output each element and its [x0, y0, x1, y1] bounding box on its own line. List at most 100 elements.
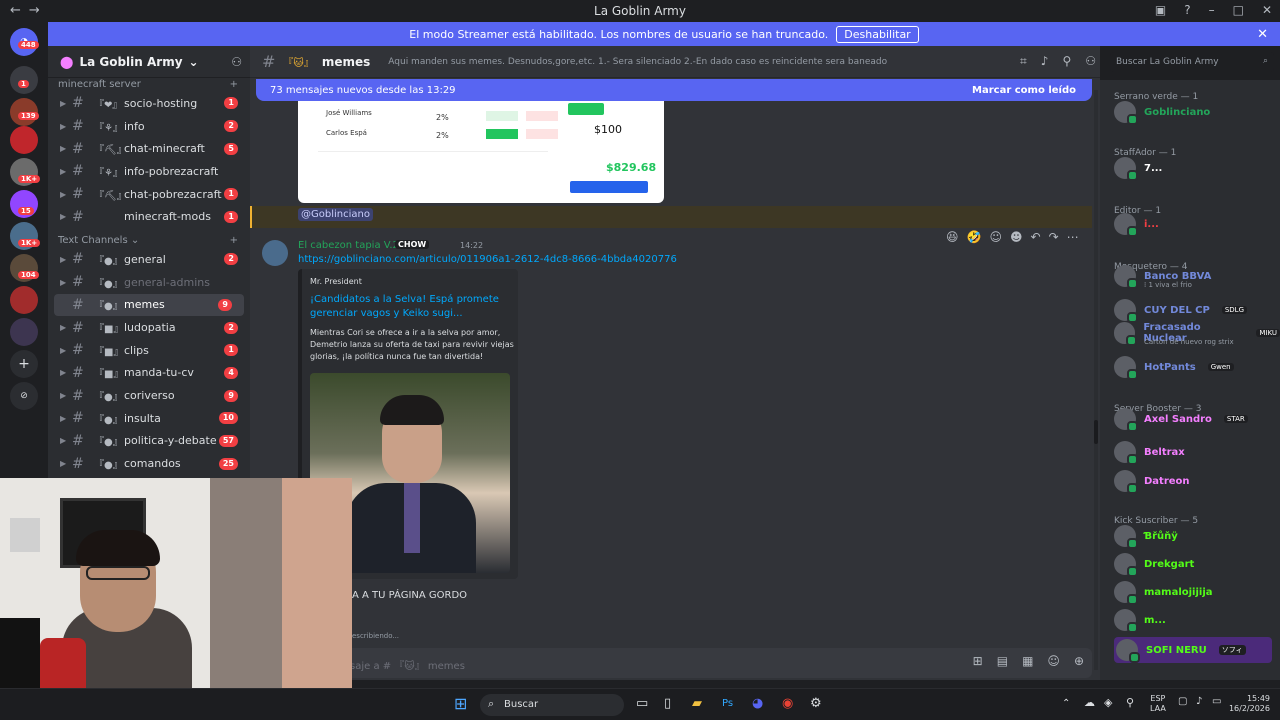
category-text[interactable]: Text Channels ⌄ +	[48, 234, 250, 248]
channel-general-admins[interactable]: ▶ # 『●』 general-admins	[48, 271, 250, 294]
embed-title[interactable]: ¡Candidatos a la Selva! Espá promete ger…	[310, 293, 510, 321]
member-item[interactable]: 7...	[1114, 157, 1162, 181]
member-name: Ɓřůňÿ	[1144, 530, 1178, 542]
chat-scrollbar[interactable]	[1094, 90, 1098, 670]
add-server-icon[interactable]: +	[10, 350, 38, 378]
hash-icon: #	[72, 95, 84, 112]
server-icon[interactable]	[10, 126, 38, 154]
channel-chat-pobrezacraft[interactable]: ▶ # 『⛏』 chat-pobrezacraft 1	[48, 183, 250, 206]
task-view-icon[interactable]: ▭	[636, 696, 648, 711]
mark-read-button[interactable]: Marcar como leído	[972, 85, 1076, 96]
reply-icon[interactable]: ↶	[1031, 230, 1041, 244]
window-controls[interactable]: ▣ ? – □ ✕	[1155, 3, 1272, 17]
start-icon[interactable]: ⊞	[454, 694, 467, 713]
notification-bell-icon[interactable]: ♪	[1041, 54, 1049, 69]
tray-chevron-icon[interactable]: ⌃	[1062, 698, 1070, 709]
close-banner-icon[interactable]: ✕	[1257, 27, 1268, 42]
channel-general[interactable]: ▶ # 『●』 general 2	[48, 248, 250, 271]
channel-manda-tu-cv[interactable]: ▶ # 『■』 manda-tu-cv 4	[48, 362, 250, 385]
inbox-icon[interactable]: ▣	[1155, 3, 1166, 17]
message-link[interactable]: https://goblinciano.com/articulo/011906a…	[298, 254, 677, 265]
member-item[interactable]: HotPants Gwen	[1114, 356, 1234, 380]
search-input[interactable]: Buscar La Goblin Army ⌕	[1110, 52, 1274, 72]
member-item[interactable]: Fracasado Nuclear MIKU Carton de huevo rog…	[1114, 322, 1280, 346]
new-messages-bar[interactable]: 73 mensajes nuevos desde las 13:29 Marca…	[256, 79, 1092, 101]
member-list-icon[interactable]: ⚇	[1085, 54, 1096, 69]
member-item[interactable]: mamalojijija	[1114, 581, 1213, 605]
reaction-custom-icon[interactable]: ☺	[989, 230, 1002, 244]
server-icon[interactable]	[10, 318, 38, 346]
add-channel-icon[interactable]: +	[230, 78, 238, 92]
chrome-icon[interactable]: ◉	[782, 696, 793, 711]
channel-socio-hosting[interactable]: ▶ # 『❤』 socio-hosting 1	[48, 92, 250, 115]
channel-politica-y-debate[interactable]: ▶ # 『●』 politica-y-debate 57	[48, 430, 250, 453]
minimize-icon[interactable]: –	[1209, 3, 1215, 17]
avatar	[1114, 322, 1138, 346]
taskbar-search[interactable]: ⌕ Buscar	[480, 694, 624, 716]
forward-icon[interactable]: ↷	[1049, 230, 1059, 244]
member-item[interactable]: Ɓřůňÿ	[1114, 525, 1178, 549]
reaction-laugh-icon[interactable]: 😆	[946, 230, 959, 244]
message-author[interactable]: El cabezon tapia V.2	[298, 240, 399, 251]
add-channel-icon[interactable]: +	[230, 234, 238, 248]
member-item[interactable]: Axel Sandro STAR	[1114, 408, 1248, 432]
sticker-icon[interactable]: ▦	[1022, 654, 1033, 668]
tray-icon[interactable]: ☁	[1084, 696, 1095, 709]
member-item[interactable]: Beltrax	[1114, 441, 1185, 465]
channel-chat-minecraft[interactable]: ▶ # 『⛏』 chat-minecraft 5	[48, 137, 250, 160]
channel-minecraft-mods[interactable]: ▶ # minecraft-mods 1	[48, 205, 250, 228]
threads-icon[interactable]: ⌗	[1020, 54, 1027, 69]
reaction-rofl-icon[interactable]: 🤣	[967, 230, 982, 244]
avatar[interactable]	[262, 240, 288, 266]
maximize-icon[interactable]: □	[1233, 3, 1244, 17]
tray-icon[interactable]: ◈	[1104, 696, 1112, 709]
network-icon[interactable]: ▢	[1178, 696, 1187, 707]
server-header[interactable]: ⬤ La Goblin Army ⌄ ⚇	[48, 46, 250, 78]
close-icon[interactable]: ✕	[1262, 3, 1272, 17]
member-item[interactable]: SOFI NERU ソフィ	[1114, 637, 1272, 663]
channel-topic[interactable]: Aqui manden sus memes. Desnudos,gore,etc…	[388, 57, 888, 67]
member-item[interactable]: i...	[1114, 213, 1159, 237]
apps-icon[interactable]: ⊕	[1074, 654, 1084, 668]
channel-ludopatia[interactable]: ▶ # 『■』 ludopatia 2	[48, 316, 250, 339]
channel-comandos[interactable]: ▶ # 『●』 comandos 25	[48, 452, 250, 475]
unread-badge: 1	[224, 97, 238, 110]
channel-info[interactable]: ▶ # 『⚘』 info 2	[48, 115, 250, 138]
battery-icon[interactable]: ▭	[1212, 696, 1221, 707]
file-explorer-icon[interactable]: ▰	[692, 696, 702, 711]
language-indicator[interactable]: ESP LAA	[1150, 694, 1166, 714]
member-item[interactable]: Datreon	[1114, 470, 1190, 494]
discover-icon[interactable]: ⊘	[10, 382, 38, 410]
photoshop-icon[interactable]: Ps	[722, 698, 733, 709]
message-image[interactable]: José Williams 2% Carlos Espá 2% $100 $82…	[298, 101, 664, 203]
member-item[interactable]: Goblinciano	[1114, 101, 1210, 125]
user-mention[interactable]: @Goblinciano	[298, 208, 373, 221]
add-member-icon[interactable]: ⚇	[231, 55, 242, 69]
steam-icon[interactable]: ⚙	[810, 696, 822, 711]
server-icon[interactable]	[10, 286, 38, 314]
gif-icon[interactable]: ▤	[997, 654, 1008, 668]
discord-icon[interactable]: ◕	[752, 696, 763, 711]
add-reaction-icon[interactable]: ☻	[1010, 230, 1023, 244]
member-item[interactable]: m...	[1114, 609, 1166, 633]
channel-insulta[interactable]: ▶ # 『●』 insulta 10	[48, 407, 250, 430]
member-item[interactable]: CUY DEL CP SDLG	[1114, 299, 1248, 323]
channel-info-pobrezacraft[interactable]: ▶ # 『⚘』 info-pobrezacraft	[48, 160, 250, 183]
app-icon[interactable]: ▯	[664, 696, 671, 711]
category-minecraft[interactable]: minecraft server +	[48, 78, 250, 92]
mic-icon[interactable]: ⚲	[1126, 696, 1134, 709]
help-icon[interactable]: ?	[1184, 3, 1190, 17]
more-icon[interactable]: ⋯	[1067, 230, 1079, 244]
channel-coriverso[interactable]: ▶ # 『●』 coriverso 9	[48, 384, 250, 407]
member-item[interactable]: Drekgart	[1114, 553, 1194, 577]
channel-clips[interactable]: ▶ # 『■』 clips 1	[48, 339, 250, 362]
member-item[interactable]: Banco BBVA ⁞ 1 viva el frio	[1114, 265, 1211, 289]
gift-icon[interactable]: ⊞	[973, 654, 983, 668]
clock[interactable]: 15:49 16/2/2026	[1226, 694, 1270, 714]
volume-icon[interactable]: ♪	[1196, 696, 1202, 707]
channel-memes[interactable]: # 『●』 memes 9	[54, 293, 244, 317]
emoji-icon[interactable]: ☺	[1047, 654, 1060, 668]
message-composer[interactable]: saje a # 『🐱』 memes ⊞ ▤ ▦ ☺ ⊕	[262, 648, 1092, 678]
disable-button[interactable]: Deshabilitar	[836, 25, 919, 43]
pin-icon[interactable]: ⚲	[1062, 54, 1071, 69]
